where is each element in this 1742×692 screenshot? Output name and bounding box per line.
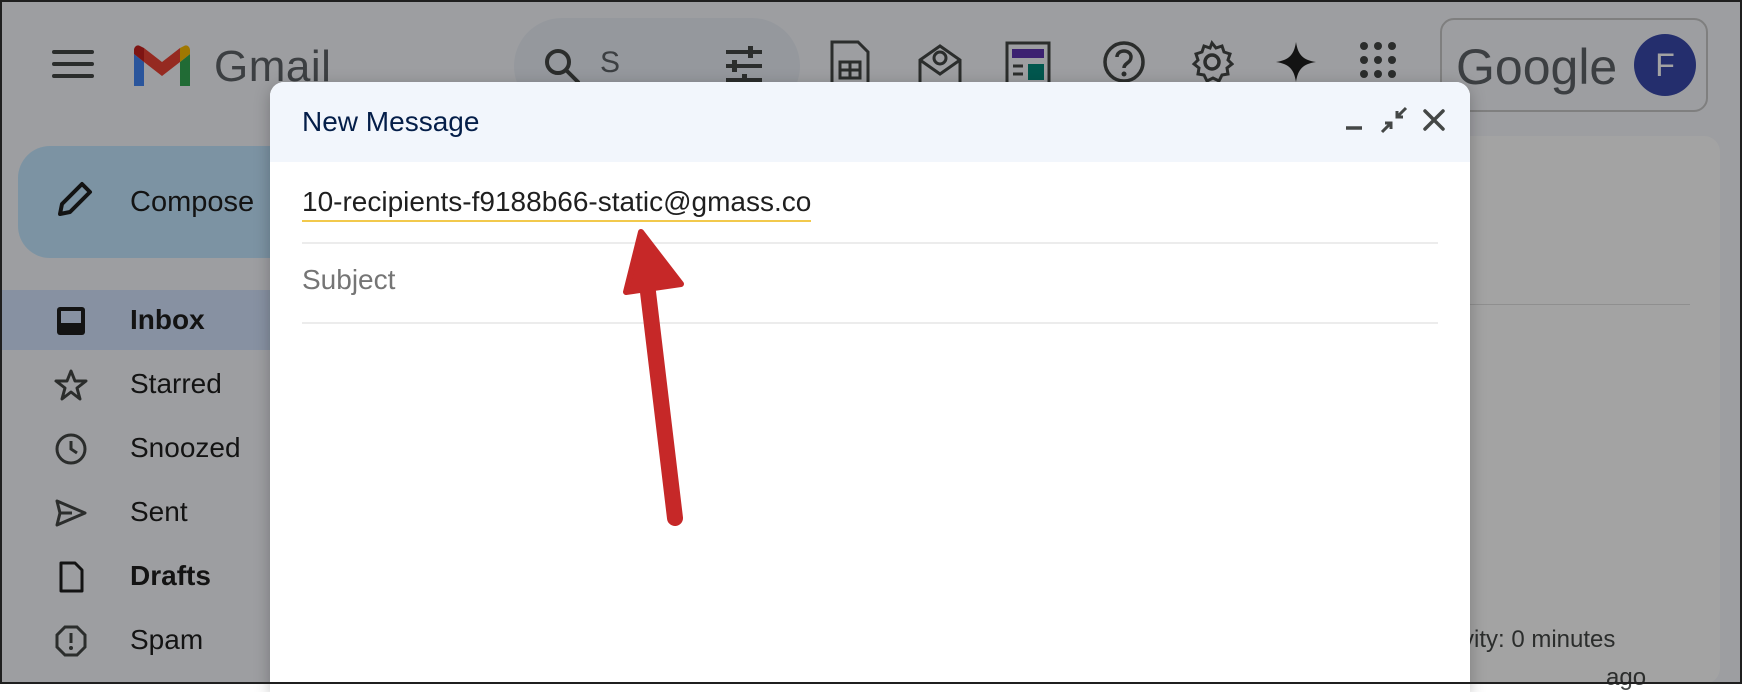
red-arrow-annotation bbox=[623, 229, 684, 526]
